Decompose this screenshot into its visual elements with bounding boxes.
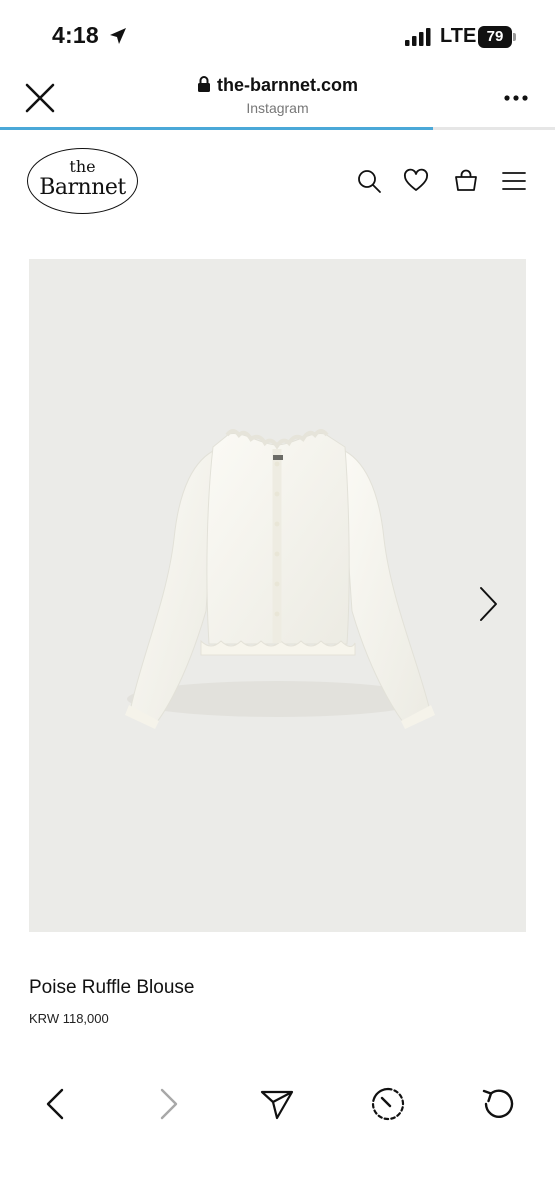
url-source-label: Instagram: [246, 100, 309, 116]
battery-indicator: 79: [478, 26, 518, 48]
battery-tip: [513, 33, 516, 41]
barnnet-logo[interactable]: the Barnnet: [27, 148, 138, 214]
timer-icon[interactable]: [368, 1084, 408, 1124]
back-icon[interactable]: [36, 1084, 76, 1124]
next-image-arrow-icon[interactable]: [474, 584, 502, 624]
in-app-browser-bar: the-barnnet.com Instagram: [0, 72, 555, 130]
product-price: KRW 118,000: [29, 1011, 109, 1026]
lock-icon: [197, 76, 210, 92]
battery-level: 79: [478, 26, 512, 48]
reload-icon[interactable]: [478, 1084, 518, 1124]
location-arrow-icon: [110, 28, 126, 44]
logo-name-text: Barnnet: [39, 175, 126, 200]
status-bar: 4:18 LTE 79: [0, 0, 555, 72]
network-type-label: LTE: [440, 25, 477, 47]
more-options-icon[interactable]: [503, 94, 529, 102]
logo-top-text: the: [69, 157, 96, 176]
page-load-progress-fill: [0, 127, 433, 130]
cellular-signal-icon: [405, 28, 431, 46]
site-header: the Barnnet: [0, 140, 555, 230]
blouse-photo: [125, 429, 435, 729]
url-domain: the-barnnet.com: [216, 75, 358, 95]
menu-icon[interactable]: [501, 168, 527, 194]
product-name[interactable]: Poise Ruffle Blouse: [29, 977, 194, 999]
search-icon[interactable]: [356, 168, 382, 194]
share-icon[interactable]: [257, 1084, 297, 1124]
status-time: 4:18: [52, 22, 99, 48]
browser-toolbar: [0, 1070, 555, 1140]
page-load-progress: [0, 127, 555, 130]
shopping-bag-icon[interactable]: [453, 168, 479, 194]
url-display[interactable]: the-barnnet.com: [0, 75, 555, 96]
forward-icon[interactable]: [148, 1084, 188, 1124]
heart-icon[interactable]: [403, 168, 429, 194]
product-image[interactable]: [29, 259, 526, 932]
